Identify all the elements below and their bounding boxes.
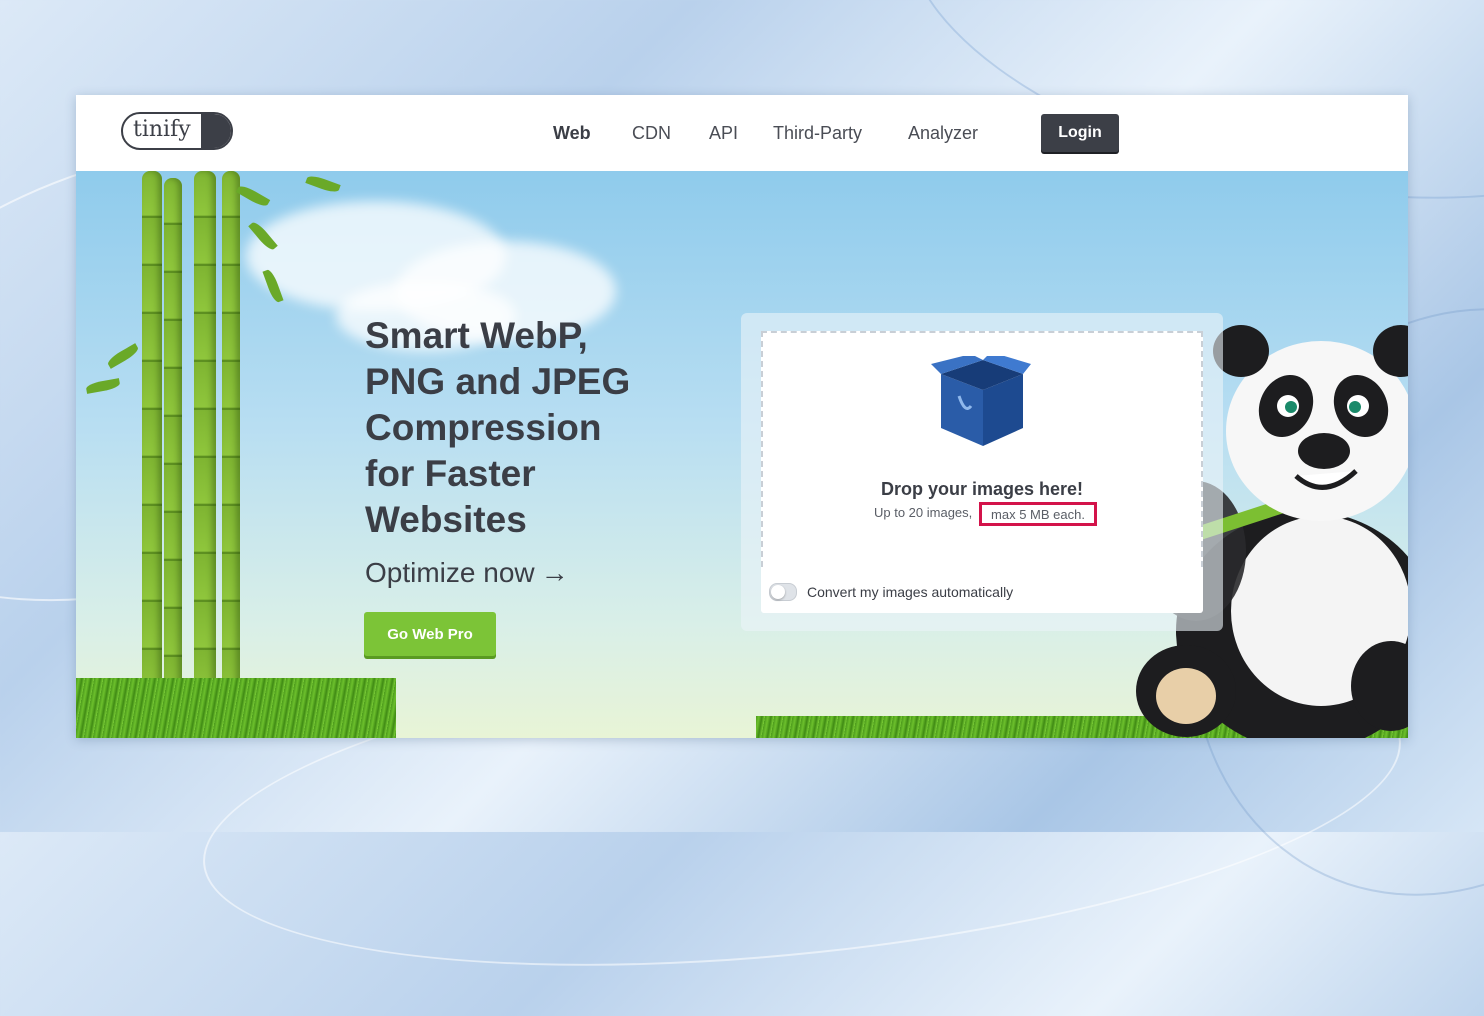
drop-title: Drop your images here! xyxy=(880,479,1084,499)
bamboo-leaf xyxy=(85,378,121,394)
convert-label: Convert my images automatically xyxy=(807,584,1014,600)
headline-line: Websites xyxy=(365,499,527,540)
bamboo-leaf xyxy=(105,343,141,369)
box-icon xyxy=(931,356,1031,446)
tinify-logo[interactable]: tinify xyxy=(121,112,233,150)
nav-api[interactable]: API xyxy=(709,123,738,144)
nav-third-party[interactable]: Third-Party xyxy=(773,123,862,144)
bamboo-stalk xyxy=(222,171,240,738)
go-web-pro-button[interactable]: Go Web Pro xyxy=(364,612,496,656)
grass xyxy=(76,678,396,738)
arrow-right-icon: → xyxy=(540,557,569,588)
headline-line: Compression xyxy=(365,407,602,448)
optimize-label: Optimize now xyxy=(365,557,535,588)
bamboo-stalk xyxy=(164,178,182,738)
size-limit-highlight: max 5 MB each. xyxy=(979,502,1097,526)
nav-web[interactable]: Web xyxy=(553,123,591,144)
optimize-now-link[interactable]: Optimize now → xyxy=(365,557,569,589)
bamboo-stalk xyxy=(194,171,216,738)
nav-analyzer[interactable]: Analyzer xyxy=(908,123,978,144)
browser-page: tinify Web CDN API Third-Party Analyzer … xyxy=(76,95,1408,738)
hero-headline: Smart WebP, PNG and JPEG Compression for… xyxy=(365,313,665,543)
headline-line: for Faster xyxy=(365,453,536,494)
convert-toggle[interactable] xyxy=(769,583,797,601)
hero-section: Smart WebP, PNG and JPEG Compression for… xyxy=(76,171,1408,738)
nav-cdn[interactable]: CDN xyxy=(632,123,671,144)
logo-pill-icon xyxy=(201,114,231,148)
toggle-knob xyxy=(771,585,785,599)
login-button[interactable]: Login xyxy=(1041,114,1119,152)
headline-line: Smart WebP, xyxy=(365,315,588,356)
bamboo-leaf xyxy=(235,183,271,209)
logo-text: tinify xyxy=(133,117,191,142)
drop-subtitle: Up to 20 images, xyxy=(874,505,973,520)
convert-toggle-row[interactable]: Convert my images automatically xyxy=(769,581,1013,603)
headline-line: PNG and JPEG xyxy=(365,361,631,402)
navbar: tinify Web CDN API Third-Party Analyzer … xyxy=(76,95,1408,171)
bamboo-stalk xyxy=(142,171,162,738)
bamboo-leaf xyxy=(305,173,341,195)
